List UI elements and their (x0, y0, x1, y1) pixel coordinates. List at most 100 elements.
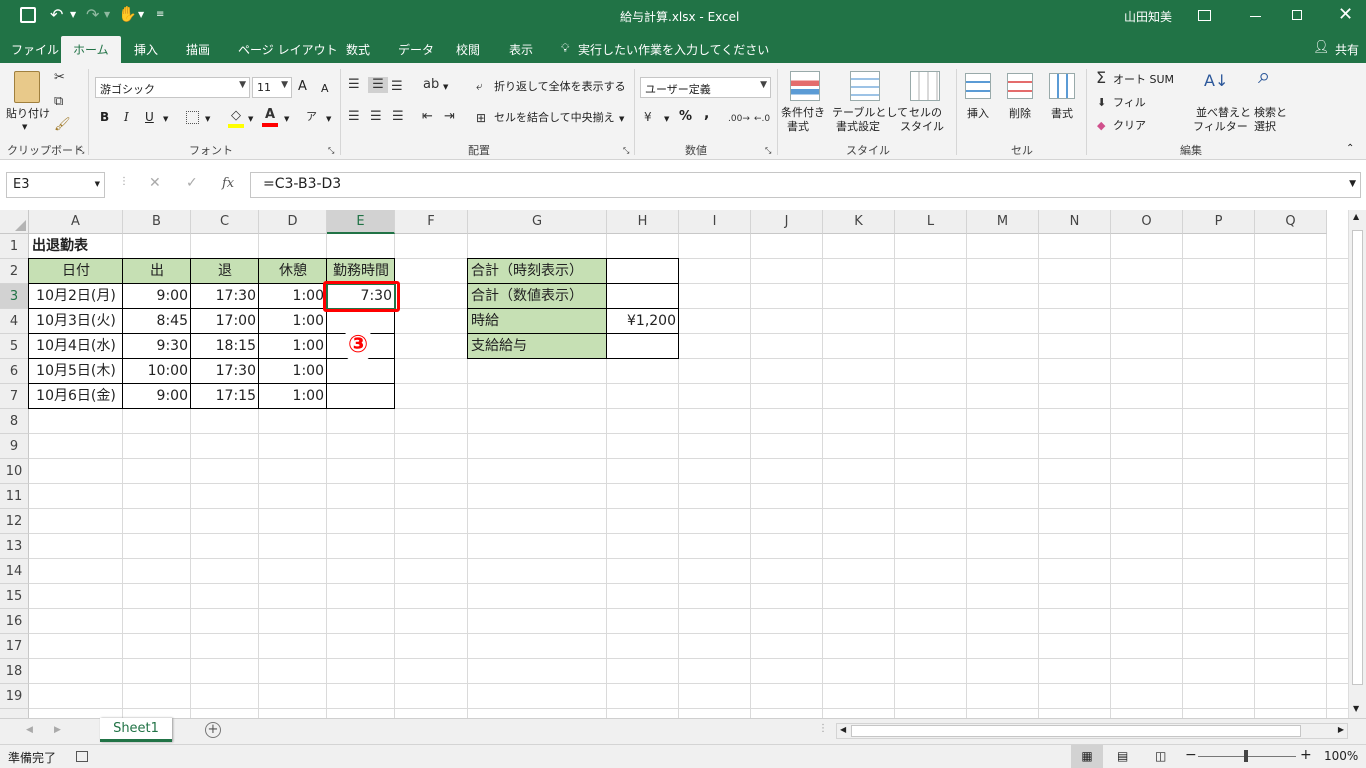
orientation-icon[interactable]: ab (423, 77, 439, 93)
conditional-formatting-label[interactable]: 条件付き (781, 106, 825, 120)
italic-button[interactable]: I (124, 110, 129, 124)
scroll-up-icon[interactable]: ▲ (1353, 212, 1359, 221)
decrease-decimal-icon[interactable]: ←.0 (754, 111, 770, 127)
increase-indent-icon[interactable]: ⇥ (444, 109, 455, 125)
row-header-4[interactable]: 4 (0, 309, 29, 334)
format-cells-button[interactable]: 書式 (1051, 107, 1073, 121)
currency-icon[interactable]: ¥ (644, 109, 652, 125)
row-header-2[interactable]: 2 (0, 259, 29, 284)
decrease-indent-icon[interactable]: ⇤ (422, 109, 433, 125)
insert-cells-icon[interactable] (965, 73, 991, 99)
column-header-b[interactable]: B (123, 210, 191, 234)
touch-dropdown-icon[interactable]: ▼ (138, 10, 144, 19)
phonetic-icon[interactable]: ア (306, 109, 317, 125)
row-header-7[interactable]: 7 (0, 384, 29, 409)
scroll-right-icon[interactable]: ▶ (1338, 725, 1344, 734)
horizontal-scrollbar[interactable]: ◀ ▶ (836, 723, 1348, 739)
horizontal-scroll-thumb[interactable] (851, 725, 1301, 737)
orientation-dropdown-icon[interactable]: ▼ (443, 83, 448, 91)
confirm-entry-icon[interactable]: ✓ (186, 175, 198, 191)
font-launcher-icon[interactable]: ⤡ (328, 146, 334, 156)
ribbon-display-icon[interactable] (1198, 10, 1211, 21)
column-header-q[interactable]: Q (1255, 210, 1327, 234)
row-header-10[interactable]: 10 (0, 459, 29, 484)
fill-icon[interactable]: ⬇ (1097, 95, 1106, 111)
sheet-title[interactable]: 出退勤表 (29, 234, 229, 259)
undo-dropdown-icon[interactable]: ▼ (70, 10, 76, 19)
fill-color-dropdown-icon[interactable]: ▼ (248, 115, 253, 123)
zoom-out-icon[interactable]: − (1185, 747, 1197, 763)
autosum-button[interactable]: オート SUM (1113, 73, 1174, 87)
shrink-font-button[interactable]: A (321, 82, 329, 96)
column-header-p[interactable]: P (1183, 210, 1255, 234)
paste-dropdown-icon[interactable]: ▼ (22, 123, 27, 131)
summary-value-4[interactable] (607, 334, 679, 359)
copy-icon[interactable]: ⧉ (54, 94, 63, 110)
phonetic-dropdown-icon[interactable]: ▼ (326, 115, 331, 123)
tell-me-input[interactable]: 実行したい作業を入力してください (578, 41, 769, 58)
minimize-icon[interactable] (1250, 16, 1261, 17)
borders-icon[interactable] (186, 111, 199, 124)
row-header-17[interactable]: 17 (0, 634, 29, 659)
tab-home[interactable]: ホーム (61, 36, 121, 63)
customize-qat-icon[interactable]: ≡ (156, 9, 164, 20)
column-header-o[interactable]: O (1111, 210, 1183, 234)
currency-dropdown-icon[interactable]: ▼ (664, 115, 669, 123)
column-header-k[interactable]: K (823, 210, 895, 234)
underline-dropdown-icon[interactable]: ▼ (163, 115, 168, 123)
zoom-level[interactable]: 100% (1324, 749, 1358, 763)
wrap-text-icon[interactable]: ⤶ (476, 78, 483, 94)
insert-function-icon[interactable]: fx (222, 176, 234, 191)
tab-page-layout[interactable]: ページ レイアウト (238, 41, 338, 58)
percent-button[interactable]: % (679, 110, 692, 124)
tab-file[interactable]: ファイル (11, 41, 59, 58)
normal-view-icon[interactable]: ▦ (1071, 745, 1103, 768)
sort-filter-label-2[interactable]: フィルター (1193, 120, 1248, 134)
formula-input[interactable]: =C3-B3-D3 ▼ (250, 172, 1361, 198)
conditional-formatting-icon[interactable] (790, 71, 820, 101)
clear-button[interactable]: クリア (1113, 119, 1146, 133)
column-header-j[interactable]: J (751, 210, 823, 234)
column-header-d[interactable]: D (259, 210, 327, 234)
vertical-scroll-thumb[interactable] (1352, 230, 1363, 685)
grow-font-button[interactable]: A (298, 80, 307, 94)
tab-view[interactable]: 表示 (509, 41, 533, 58)
format-cells-icon[interactable] (1049, 73, 1075, 99)
row-header-9[interactable]: 9 (0, 434, 29, 459)
next-sheet-icon[interactable]: ▶ (54, 725, 61, 735)
zoom-in-icon[interactable]: + (1300, 747, 1312, 763)
row-header-6[interactable]: 6 (0, 359, 29, 384)
expand-formula-icon[interactable]: ▼ (1349, 179, 1356, 189)
cut-icon[interactable]: ✂ (54, 70, 65, 86)
merge-center-icon[interactable]: ⊞ (476, 110, 486, 126)
tab-split-grip-icon[interactable]: ⋮ (818, 723, 828, 734)
sort-filter-label[interactable]: 並べ替えと (1196, 106, 1251, 120)
alignment-launcher-icon[interactable]: ⤡ (623, 146, 629, 156)
font-name-combo[interactable]: 游ゴシック ▼ (95, 77, 250, 98)
clipboard-launcher-icon[interactable]: ⤡ (78, 146, 84, 156)
column-header-m[interactable]: M (967, 210, 1039, 234)
bold-button[interactable]: B (100, 110, 109, 124)
share-button[interactable]: 共有 (1335, 41, 1359, 58)
merge-dropdown-icon[interactable]: ▼ (619, 115, 624, 123)
summary-value-1[interactable] (607, 259, 679, 284)
cancel-entry-icon[interactable]: ✕ (149, 175, 161, 191)
share-icon[interactable]: 👤︎ (1313, 40, 1330, 55)
row-header-16[interactable]: 16 (0, 609, 29, 634)
row-header-8[interactable]: 8 (0, 409, 29, 434)
row-header-19[interactable]: 19 (0, 684, 29, 709)
user-name[interactable]: 山田知美 (1124, 8, 1172, 25)
comma-button[interactable]: , (704, 107, 709, 121)
row-header-12[interactable]: 12 (0, 509, 29, 534)
align-top-icon[interactable]: ☰ (348, 77, 360, 93)
paste-icon[interactable] (14, 71, 40, 103)
align-middle-icon[interactable]: ☰ (368, 77, 388, 93)
collapse-ribbon-icon[interactable]: ⌃ (1346, 143, 1354, 154)
format-as-table-label[interactable]: テーブルとして (832, 106, 908, 120)
column-header-g[interactable]: G (468, 210, 607, 234)
column-header-i[interactable]: I (679, 210, 751, 234)
row-header-5[interactable]: 5 (0, 334, 29, 359)
row-header-14[interactable]: 14 (0, 559, 29, 584)
touch-mode-icon[interactable]: ✋ (118, 5, 137, 23)
tab-data[interactable]: データ (398, 41, 434, 58)
